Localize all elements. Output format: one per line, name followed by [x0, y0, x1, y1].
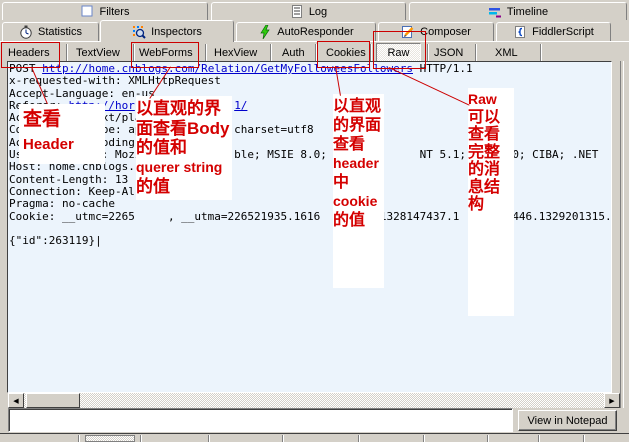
subtab-textview[interactable]: TextView: [76, 47, 120, 59]
magnifier-bits-icon: [132, 25, 146, 39]
tab-composer-label: Composer: [420, 26, 471, 38]
lightning-icon: [258, 25, 272, 39]
tab-log[interactable]: Log: [211, 2, 406, 20]
document-icon: [290, 5, 304, 19]
tab-filters-label: Filters: [99, 5, 130, 18]
highlight-box-raw: [373, 31, 426, 69]
tab-timeline-label: Timeline: [506, 5, 549, 18]
subtab-separator: [205, 44, 207, 61]
checkbox-icon: [81, 5, 95, 19]
tab-fiddlerscript-label: FiddlerScript: [532, 26, 594, 38]
tab-autoresponder-label: AutoResponder: [277, 26, 354, 38]
tab-statistics[interactable]: Statistics: [2, 22, 99, 41]
body-edit-input[interactable]: [8, 408, 513, 432]
fiddler-window: Filters Log Timeline Statistics Inspecto…: [0, 0, 629, 442]
scroll-right-button[interactable]: ▶: [604, 393, 620, 408]
view-in-notepad-button[interactable]: View in Notepad: [518, 410, 617, 431]
tab-timeline[interactable]: Timeline: [409, 2, 627, 20]
subtab-separator: [370, 44, 372, 61]
inspector-subtab-bar: Headers TextView WebForms HexView Auth C…: [0, 42, 629, 62]
subtab-auth[interactable]: Auth: [282, 47, 305, 59]
highlight-box-cookies: [317, 41, 370, 68]
timeline-bars-icon: [488, 5, 502, 19]
highlight-box-webforms: [131, 42, 199, 68]
tab-filters[interactable]: Filters: [2, 2, 208, 20]
subtab-separator: [540, 44, 542, 61]
scrollbar-thumb[interactable]: [26, 393, 80, 408]
subtab-separator: [475, 44, 477, 61]
view-in-notepad-label: View in Notepad: [527, 414, 608, 427]
right-arrow-icon: ▶: [609, 397, 615, 405]
annotation-headers: 查看 Header: [19, 104, 105, 164]
subtab-separator: [270, 44, 272, 61]
tab-statistics-label: Statistics: [37, 26, 82, 38]
subtab-separator: [427, 44, 429, 61]
subtab-hexview[interactable]: HexView: [214, 47, 257, 59]
tab-log-label: Log: [308, 5, 328, 18]
horizontal-scrollbar[interactable]: ◀ ▶: [8, 393, 620, 408]
right-splitter-groove: [620, 61, 624, 408]
tab-inspectors[interactable]: Inspectors: [100, 20, 234, 42]
tab-fiddlerscript[interactable]: FiddlerScript: [496, 22, 611, 41]
highlight-box-headers: [1, 42, 60, 68]
stopwatch-icon: [19, 25, 33, 39]
annotation-webforms-body: 以直观的界 面查看Body 的值和 querer string 的值: [136, 96, 232, 200]
subtab-json[interactable]: JSON: [434, 47, 463, 59]
subtab-xml[interactable]: XML: [495, 47, 518, 59]
script-scroll-icon: [513, 25, 527, 39]
annotation-raw: Raw 可以 查看 完整 的消 息结构: [468, 88, 514, 316]
scroll-left-button[interactable]: ◀: [8, 393, 24, 408]
annotation-cookies: 以直观 的界面 查看 header 中 cookie 的值: [333, 94, 384, 288]
subtab-separator: [66, 44, 68, 61]
left-arrow-icon: ◀: [13, 397, 19, 405]
tab-autoresponder[interactable]: AutoResponder: [236, 22, 376, 41]
tab-inspectors-label: Inspectors: [151, 25, 202, 38]
